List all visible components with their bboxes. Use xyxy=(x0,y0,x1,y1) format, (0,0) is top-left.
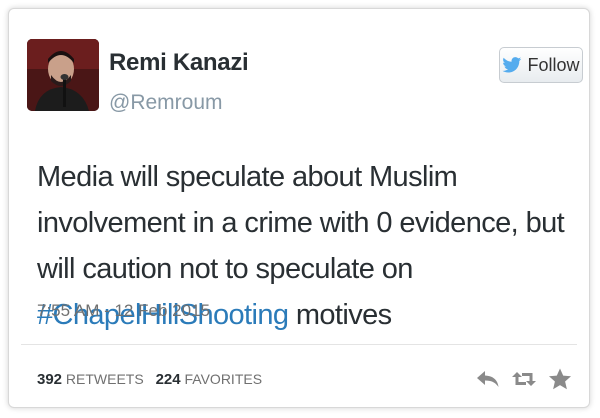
favorite-star-icon[interactable] xyxy=(547,367,573,391)
reply-icon[interactable] xyxy=(475,367,501,391)
display-name[interactable]: Remi Kanazi xyxy=(109,49,249,77)
retweets-stat[interactable]: 392 RETWEETS xyxy=(37,371,144,388)
tweet-text-tail: motives xyxy=(288,299,392,331)
tweet-timestamp[interactable]: 7:55 AM - 12 Feb 2015 xyxy=(37,301,210,321)
divider xyxy=(21,344,577,345)
retweets-count: 392 xyxy=(37,371,63,388)
avatar-photo xyxy=(27,39,99,111)
twitter-bird-icon xyxy=(502,57,522,73)
retweets-label: RETWEETS xyxy=(65,371,144,387)
tweet-actions xyxy=(475,367,573,391)
follow-button[interactable]: Follow xyxy=(499,47,583,83)
favorites-label: FAVORITES xyxy=(184,371,263,387)
tweet-stats: 392 RETWEETS 224 FAVORITES xyxy=(37,371,270,388)
follow-button-label: Follow xyxy=(527,54,580,75)
favorites-stat[interactable]: 224 FAVORITES xyxy=(155,371,263,388)
user-handle[interactable]: @Remroum xyxy=(109,91,223,115)
favorites-count: 224 xyxy=(155,371,181,388)
avatar[interactable] xyxy=(27,39,99,111)
tweet-text-body: Media will speculate about Muslim involv… xyxy=(37,161,565,285)
tweet-card: Remi Kanazi @Remroum Follow Media will s… xyxy=(8,8,590,408)
retweet-icon[interactable] xyxy=(511,367,537,391)
